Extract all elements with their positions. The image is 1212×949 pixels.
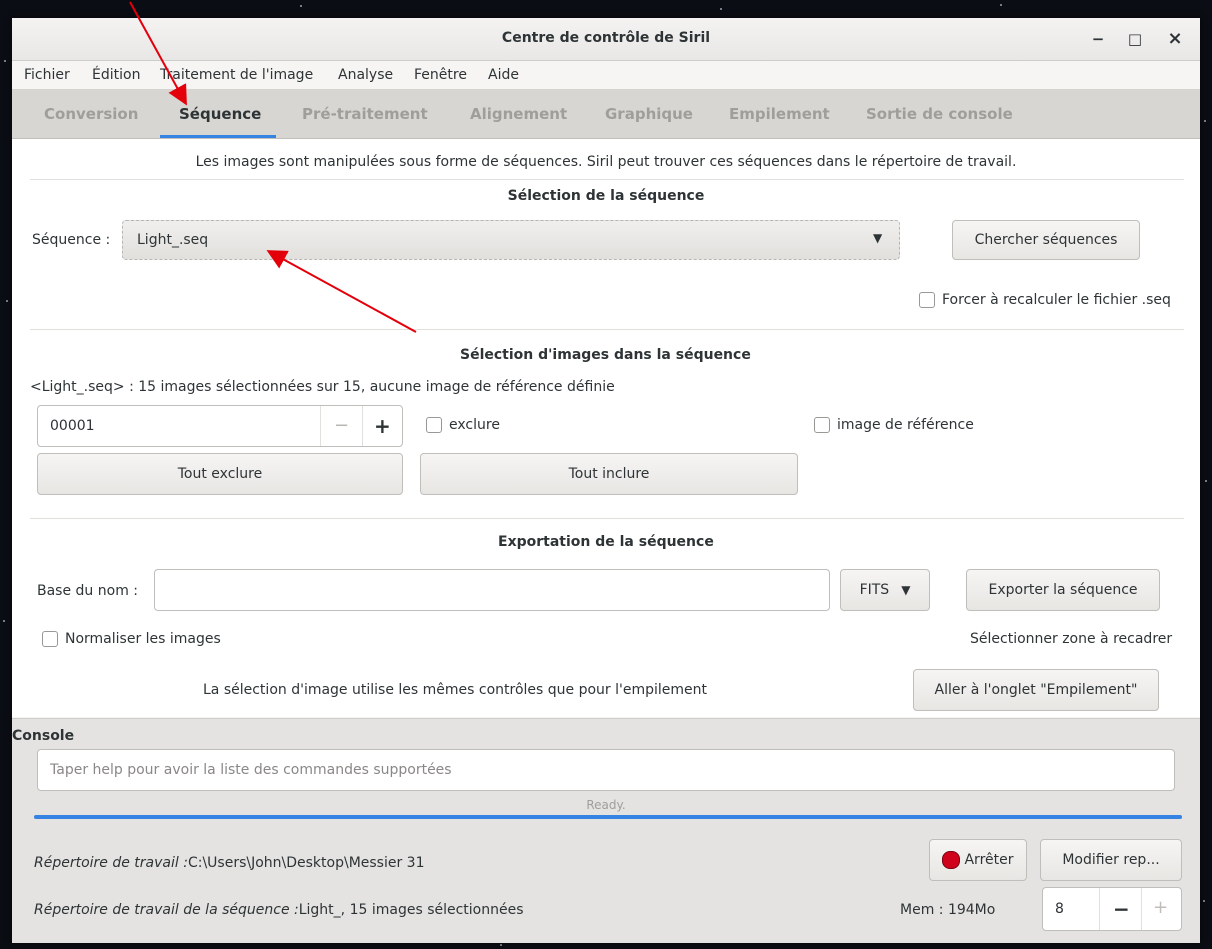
annotation-arrows (129, 1, 417, 333)
arrow-to-sequence-combo (266, 250, 417, 333)
arrow-to-sequence-tab (129, 1, 187, 106)
